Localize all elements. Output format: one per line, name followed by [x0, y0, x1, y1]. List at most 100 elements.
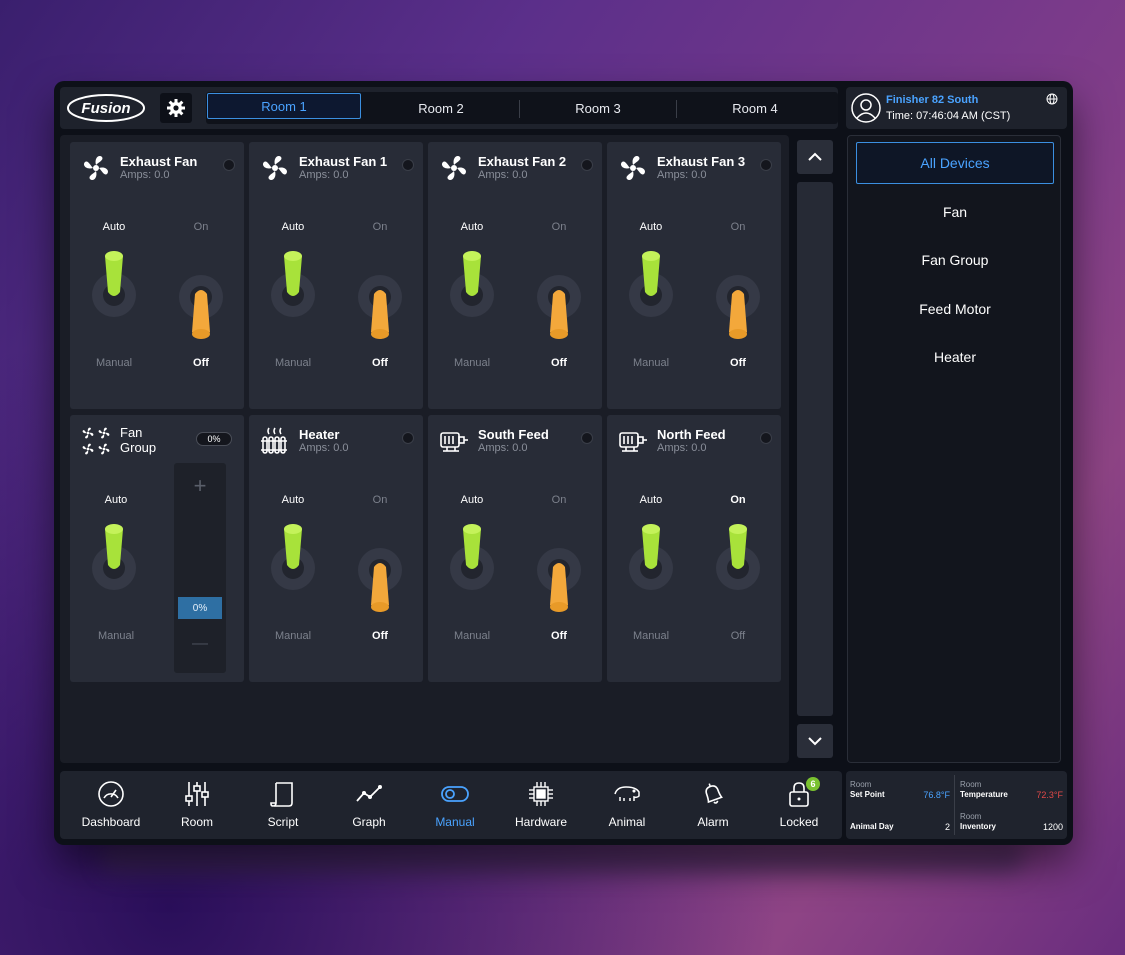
room-stats: Room Set Point 76.8°F Animal Day 2 Room … — [846, 771, 1067, 839]
amps-reading: Amps: 0.0 — [478, 442, 528, 454]
off-label: Off — [551, 357, 567, 369]
heater-icon — [261, 427, 287, 454]
animal-day-value: 2 — [944, 822, 950, 832]
grid-scrollbar — [797, 140, 833, 758]
pig-icon — [614, 786, 640, 801]
slider-value[interactable]: 0% — [178, 597, 222, 619]
nav-alarm[interactable]: Alarm — [670, 777, 756, 835]
manual-label: Manual — [274, 357, 312, 369]
manual-label: Manual — [95, 357, 133, 369]
decrease-button[interactable]: — — [174, 635, 226, 653]
nav-dashboard[interactable]: Dashboard — [68, 777, 154, 835]
off-label: Off — [372, 357, 388, 369]
scroll-track[interactable] — [797, 182, 833, 716]
device-card-heater: Heater Amps: 0.0 Auto On Manual Off — [249, 415, 423, 682]
app-window: Fusion Room 1 Room 2 Room 3 Room 4 Finis… — [54, 81, 1073, 845]
auto-manual-toggle[interactable] — [270, 515, 316, 615]
feed-motor-icon — [619, 432, 647, 452]
tab-room-2[interactable]: Room 2 — [363, 92, 519, 124]
auto-manual-toggle[interactable] — [91, 242, 137, 342]
scroll-icon — [270, 782, 293, 807]
fan-icon — [620, 155, 646, 181]
filter-all-devices[interactable]: All Devices — [856, 142, 1054, 184]
stat-label: Room — [960, 812, 982, 821]
notification-badge: 6 — [806, 777, 820, 791]
sliders-icon — [185, 782, 209, 806]
status-indicator — [223, 159, 235, 171]
status-indicator — [402, 159, 414, 171]
inventory-value: 1200 — [1042, 822, 1063, 832]
fan-group-speed-slider[interactable]: + 0% — — [174, 463, 226, 673]
status-indicator — [760, 159, 772, 171]
user-avatar-icon[interactable] — [850, 92, 882, 124]
auto-manual-toggle[interactable] — [449, 515, 495, 615]
manual-label: Manual — [453, 630, 491, 642]
nav-label: Animal — [608, 815, 646, 829]
manual-label: Manual — [453, 357, 491, 369]
stat-name: Animal Day — [850, 822, 894, 831]
settings-gear-button[interactable] — [160, 93, 192, 123]
device-filter-panel: All Devices Fan Fan Group Feed Motor Hea… — [847, 135, 1061, 763]
fan-group-icon — [82, 427, 110, 455]
amps-reading: Amps: 0.0 — [299, 442, 349, 454]
device-title: Exhaust Fan 2 — [478, 154, 567, 169]
filter-heater[interactable]: Heater — [856, 336, 1054, 378]
nav-label: Room — [180, 815, 213, 829]
status-indicator — [402, 432, 414, 444]
scroll-down-button[interactable] — [797, 724, 833, 758]
filter-fan-group[interactable]: Fan Group — [856, 239, 1054, 281]
device-title: Exhaust Fan — [120, 154, 198, 169]
auto-manual-toggle[interactable] — [270, 242, 316, 342]
increase-button[interactable]: + — [174, 473, 226, 499]
auto-label: Auto — [281, 221, 305, 233]
bottom-navigation: Dashboard Room Script Graph Manual Hardw… — [60, 771, 842, 839]
device-title-line2: Group — [120, 440, 157, 455]
device-card-fan-group: Fan Group 0% Auto Manual + 0% — — [70, 415, 244, 682]
auto-manual-toggle[interactable] — [91, 515, 137, 615]
auto-manual-toggle[interactable] — [449, 242, 495, 342]
device-title: South Feed — [478, 427, 549, 442]
user-panel: Finisher 82 South Time: 07:46:04 AM (CST… — [846, 87, 1067, 129]
nav-hardware[interactable]: Hardware — [498, 777, 584, 835]
nav-locked[interactable]: 6 Locked — [756, 777, 842, 835]
nav-graph[interactable]: Graph — [326, 777, 412, 835]
nav-manual[interactable]: Manual — [412, 777, 498, 835]
filter-feed-motor[interactable]: Feed Motor — [856, 288, 1054, 330]
feed-motor-icon — [440, 432, 468, 452]
auto-label: Auto — [102, 221, 126, 233]
nav-animal[interactable]: Animal — [584, 777, 670, 835]
nav-label: Manual — [435, 815, 475, 829]
fan-group-percent-badge: 0% — [196, 432, 232, 446]
temperature-value: 72.3°F — [1036, 790, 1063, 800]
on-label: On — [372, 494, 388, 506]
amps-reading: Amps: 0.0 — [120, 169, 170, 181]
status-indicator — [581, 159, 593, 171]
tab-room-1[interactable]: Room 1 — [207, 93, 361, 119]
globe-icon[interactable] — [1046, 93, 1058, 105]
auto-manual-toggle[interactable] — [628, 242, 674, 342]
fan-icon — [83, 155, 109, 181]
off-label: Off — [730, 357, 746, 369]
room-name: Finisher 82 South — [886, 94, 979, 106]
device-title: Exhaust Fan 1 — [299, 154, 388, 169]
tab-room-3[interactable]: Room 3 — [520, 92, 676, 124]
chip-icon — [529, 782, 553, 806]
nav-room[interactable]: Room — [154, 777, 240, 835]
filter-fan[interactable]: Fan — [856, 191, 1054, 233]
nav-label: Locked — [779, 815, 819, 829]
off-label: Off — [551, 630, 567, 642]
nav-script[interactable]: Script — [240, 777, 326, 835]
fusion-logo: Fusion — [66, 93, 146, 123]
on-off-toggle[interactable] — [715, 515, 761, 615]
nav-label: Graph — [352, 815, 386, 829]
on-label: On — [730, 221, 746, 233]
on-label: On — [551, 494, 567, 506]
stats-divider — [954, 775, 955, 835]
nav-label: Script — [267, 815, 299, 829]
tab-room-4[interactable]: Room 4 — [677, 92, 833, 124]
nav-label: Dashboard — [81, 815, 141, 829]
scroll-up-button[interactable] — [797, 140, 833, 174]
amps-reading: Amps: 0.0 — [657, 442, 707, 454]
auto-manual-toggle[interactable] — [628, 515, 674, 615]
amps-reading: Amps: 0.0 — [299, 169, 349, 181]
